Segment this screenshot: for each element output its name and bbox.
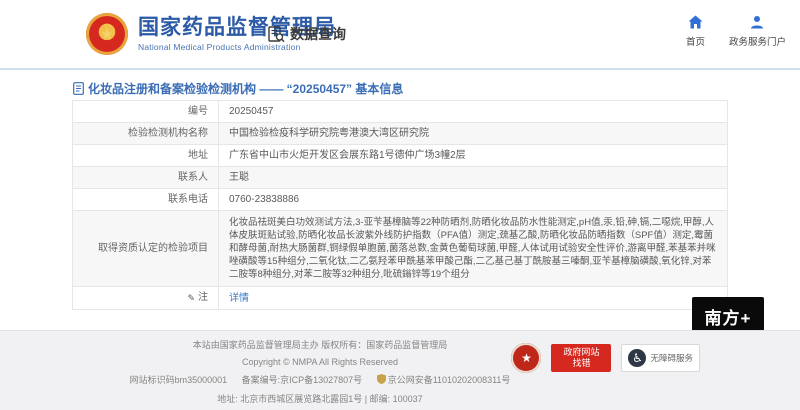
table-row-certified-items: 取得资质认定的检验项目 化妆品祛斑美白功效测试方法,3-亚苄基樟脑等22种防晒剂… [73, 211, 728, 287]
table-row-phone: 联系电话 0760-23838886 [73, 189, 728, 211]
nav-portal[interactable]: 政务服务门户 [729, 14, 786, 48]
row-value: 广东省中山市火炬开发区会展东路1号德仲广场3幢2层 [219, 145, 728, 167]
row-label: 取得资质认定的检验项目 [73, 211, 219, 287]
document-search-icon [268, 26, 285, 43]
wheelchair-icon: ♿ [628, 349, 646, 367]
page-title-text: 化妆品注册和备案检验检测机构 —— “20250457” 基本信息 [88, 80, 403, 97]
footer-registration-line: 网站标识码bm35000001 备案编号:京ICP备13027807号 京公网安… [40, 373, 600, 386]
row-value: 王聪 [219, 167, 728, 189]
info-table: 编号 20250457 检验检测机构名称 中国检验检疫科学研究院粤港澳大湾区研究… [72, 100, 728, 310]
home-icon [688, 14, 703, 30]
table-row-number: 编号 20250457 [73, 101, 728, 123]
row-value: 中国检验检疫科学研究院粤港澳大湾区研究院 [219, 123, 728, 145]
nav-home[interactable]: 首页 [686, 14, 705, 48]
accessibility-badge[interactable]: ♿ 无障碍服务 [621, 344, 700, 372]
table-row-remark: ✎注 详情 [73, 287, 728, 310]
row-label: 地址 [73, 145, 219, 167]
row-value: 化妆品祛斑美白功效测试方法,3-亚苄基樟脑等22种防晒剂,防晒化妆品防水性能测定… [219, 211, 728, 287]
row-value: 20250457 [219, 101, 728, 123]
gov-site-error-badge[interactable]: 政府网站 找错 [551, 344, 611, 372]
table-row-contact: 联系人 王聪 [73, 167, 728, 189]
accessibility-label: 无障碍服务 [650, 352, 693, 364]
table-row-address: 地址 广东省中山市火炬开发区会展东路1号德仲广场3幢2层 [73, 145, 728, 167]
page: ★ 国家药品监督管理局 National Medical Products Ad… [0, 0, 800, 410]
site-code: 网站标识码bm35000001 [130, 375, 228, 385]
row-label: 编号 [73, 101, 219, 123]
user-icon [750, 14, 764, 30]
note-icon: ✎ [187, 292, 195, 305]
page-title: 化妆品注册和备案检验检测机构 —— “20250457” 基本信息 [73, 80, 403, 97]
details-link[interactable]: 详情 [229, 293, 249, 304]
row-value: 0760-23838886 [219, 189, 728, 211]
national-emblem-icon: ★ [86, 13, 128, 55]
police-registration: 京公网安备11010202008311号 [377, 375, 511, 385]
table-row-institution: 检验检测机构名称 中国检验检疫科学研究院粤港澳大湾区研究院 [73, 123, 728, 145]
gov-err-line1: 政府网站 [563, 347, 599, 358]
footer-address-line: 地址: 北京市西城区展览路北露园1号 | 邮编: 100037 [40, 392, 600, 405]
nav-home-label: 首页 [686, 34, 705, 48]
row-label: ✎注 [73, 287, 219, 310]
row-value: 详情 [219, 287, 728, 310]
police-shield-icon [377, 374, 386, 386]
data-query-section: 数据查询 [268, 24, 346, 44]
site-footer: 本站由国家药品监督管理局主办 版权所有：国家药品监督管理局 Copyright … [0, 330, 800, 410]
row-label: 联系人 [73, 167, 219, 189]
gov-err-line2: 找错 [572, 358, 590, 369]
footer-badges: ★ 政府网站 找错 ♿ 无障碍服务 [511, 343, 700, 373]
data-query-label: 数据查询 [290, 24, 346, 44]
icp-number: 备案编号:京ICP备13027807号 [242, 375, 363, 385]
nav-portal-label: 政务服务门户 [729, 34, 786, 48]
row-label: 联系电话 [73, 189, 219, 211]
document-icon [73, 82, 84, 95]
report-seal-badge[interactable]: ★ [511, 343, 541, 373]
row-label: 检验检测机构名称 [73, 123, 219, 145]
top-nav: 首页 政务服务门户 [686, 14, 786, 48]
site-header: ★ 国家药品监督管理局 National Medical Products Ad… [0, 0, 800, 70]
